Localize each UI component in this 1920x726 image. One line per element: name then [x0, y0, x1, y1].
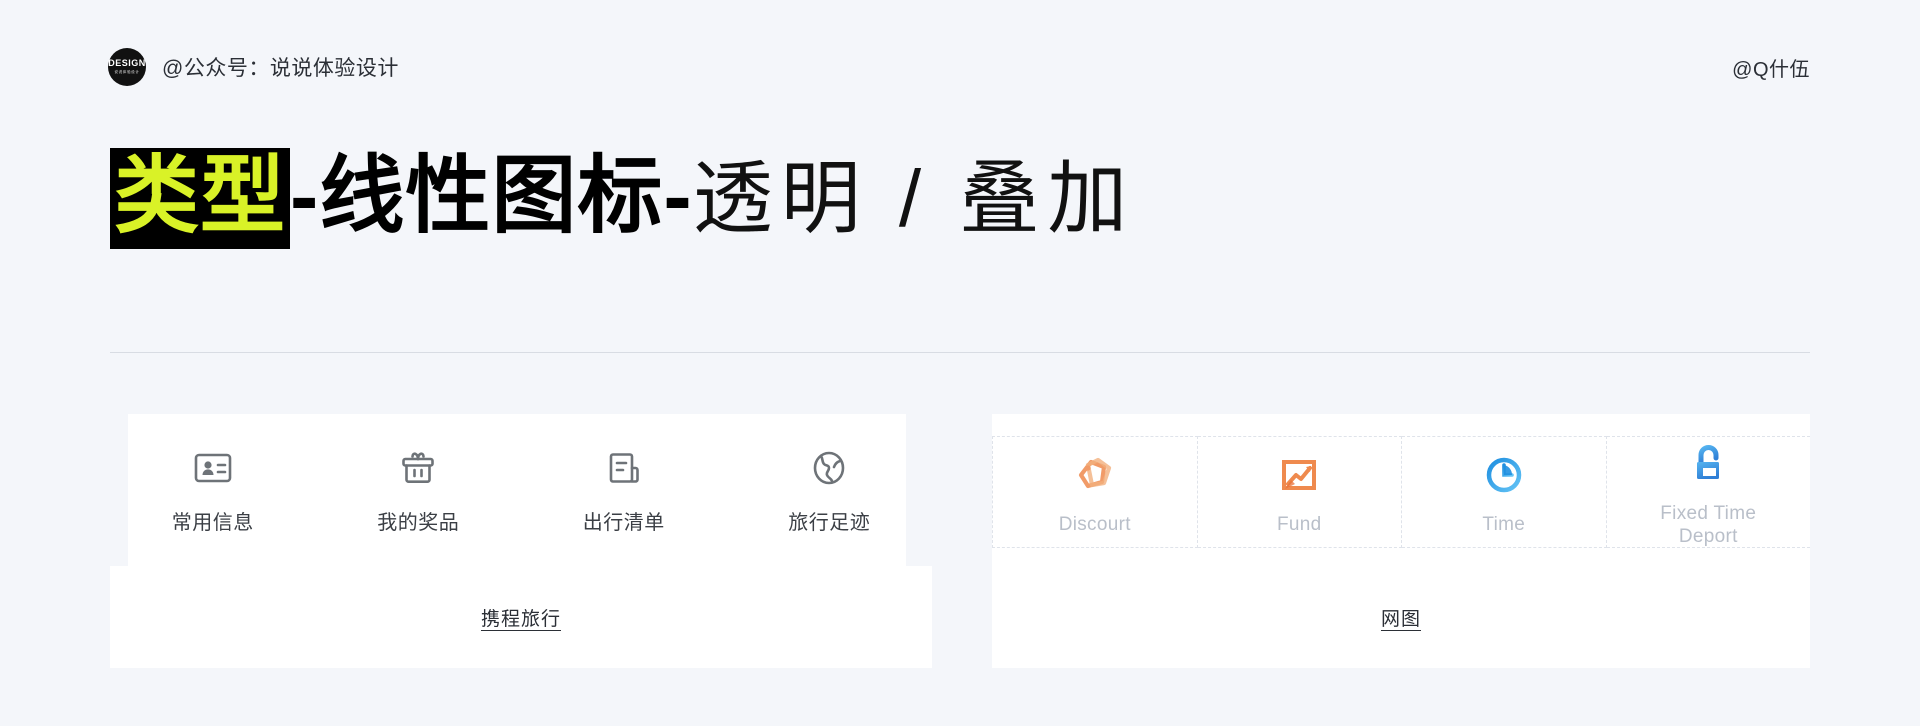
web-item-0-label: Discourt	[1058, 514, 1131, 536]
ctrip-item-1-label: 我的奖品	[377, 511, 460, 534]
web-item-1-label: Fund	[1276, 514, 1322, 536]
ctrip-item-3-label: 旅行足迹	[788, 511, 871, 534]
title-bold: -线性图标-	[290, 149, 693, 244]
brand-label: @公众号：说说体验设计	[162, 57, 399, 80]
design-logo-icon: DESIGN 说说体验设计	[108, 48, 146, 86]
web-item-0[interactable]: Discourt	[992, 436, 1198, 548]
ctrip-item-0-label: 常用信息	[171, 511, 254, 534]
ctrip-icon-row: 常用信息 我的奖品 出行清单 旅行足迹	[110, 414, 932, 566]
ctrip-caption[interactable]: 携程旅行	[481, 604, 561, 631]
clock-icon	[1480, 451, 1528, 499]
ctrip-item-1[interactable]: 我的奖品	[316, 446, 522, 535]
webimage-grid-row: Discourt Fund Time Fixed Time Deport	[992, 414, 1810, 572]
globe-icon	[807, 446, 851, 490]
ctrip-item-3[interactable]: 旅行足迹	[727, 446, 933, 535]
webimage-caption-wrap: 网图	[992, 566, 1810, 668]
web-item-3[interactable]: Fixed Time Deport	[1606, 436, 1810, 548]
id-card-icon	[191, 446, 235, 490]
page-title: 类型 -线性图标- 透明 / 叠加	[110, 148, 1135, 249]
checklist-icon	[602, 446, 646, 490]
gift-icon	[396, 446, 440, 490]
unlock-icon	[1684, 440, 1732, 488]
webimage-card: Discourt Fund Time Fixed Time Deport 网图	[992, 414, 1810, 668]
ctrip-item-2[interactable]: 出行清单	[521, 446, 727, 535]
ctrip-caption-wrap: 携程旅行	[110, 566, 932, 668]
discount-tag-icon	[1071, 451, 1119, 499]
web-item-2[interactable]: Time	[1402, 436, 1607, 548]
brand: DESIGN 说说体验设计 @公众号：说说体验设计	[108, 48, 399, 86]
ctrip-item-2-label: 出行清单	[582, 511, 665, 534]
logo-sub-text: 说说体验设计	[114, 70, 140, 75]
title-thin: 透明 / 叠加	[692, 154, 1136, 243]
title-highlight: 类型	[110, 148, 291, 249]
ctrip-item-0[interactable]: 常用信息	[110, 446, 316, 535]
web-item-1[interactable]: Fund	[1197, 436, 1402, 548]
fund-chart-icon	[1275, 451, 1323, 499]
web-item-2-label: Time	[1482, 514, 1526, 536]
page-header: DESIGN 说说体验设计 @公众号：说说体验设计 @Q什伍	[0, 0, 1920, 120]
web-item-3-label: Fixed Time Deport	[1660, 502, 1757, 547]
title-divider	[110, 352, 1810, 353]
webimage-caption[interactable]: 网图	[1381, 604, 1421, 631]
logo-main-text: DESIGN	[108, 58, 146, 69]
author-handle: @Q什伍	[1732, 59, 1810, 81]
ctrip-card: 常用信息 我的奖品 出行清单 旅行足迹 携程旅行	[110, 414, 932, 668]
